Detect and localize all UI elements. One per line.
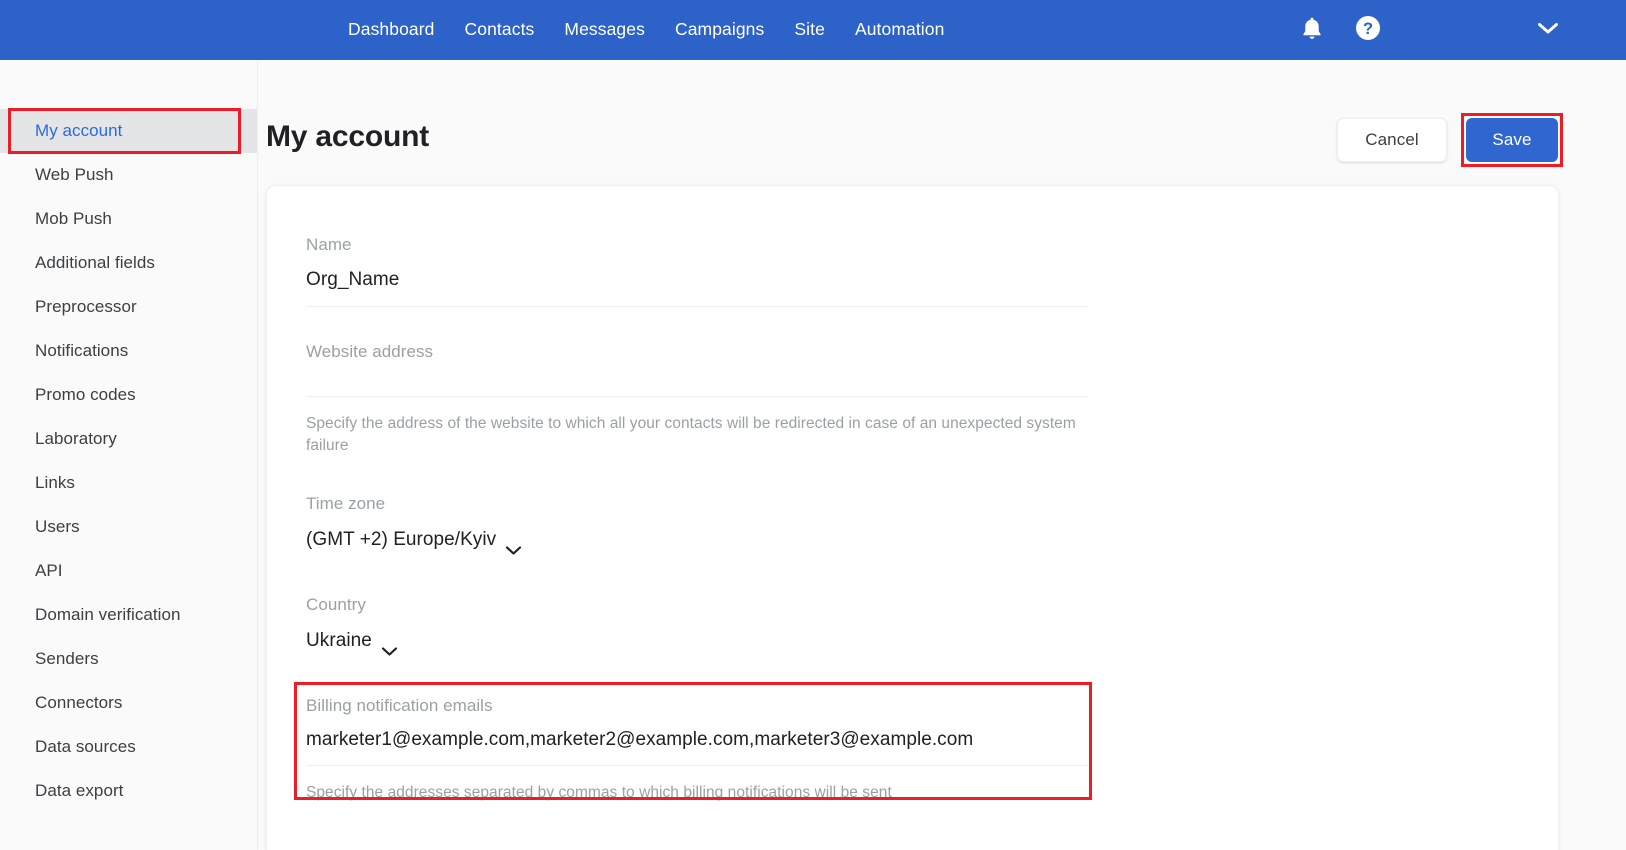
sidebar-item-label: Domain verification: [35, 605, 181, 624]
billing-emails-field-group: Billing notification emails marketer1@ex…: [294, 682, 1092, 804]
country-select[interactable]: Ukraine: [306, 630, 1088, 656]
billing-emails-underline: [306, 765, 1088, 766]
sidebar-item-mob-push[interactable]: Mob Push: [0, 197, 257, 241]
timezone-select[interactable]: (GMT +2) Europe/Kyiv: [306, 529, 1088, 555]
cancel-button[interactable]: Cancel: [1337, 118, 1447, 162]
sidebar-item-label: Preprocessor: [35, 297, 137, 316]
sidebar-item-label: Senders: [35, 649, 99, 668]
timezone-field-group: Time zone (GMT +2) Europe/Kyiv: [306, 494, 1088, 555]
svg-text:?: ?: [1363, 20, 1373, 38]
sidebar-item-domain-verification[interactable]: Domain verification: [0, 593, 257, 637]
sidebar-item-label: Promo codes: [35, 385, 136, 404]
nav-contacts[interactable]: Contacts: [465, 21, 535, 39]
sidebar-item-additional-fields[interactable]: Additional fields: [0, 241, 257, 285]
sidebar-item-laboratory[interactable]: Laboratory: [0, 417, 257, 461]
timezone-label: Time zone: [306, 494, 386, 513]
sidebar-item-label: Links: [35, 473, 75, 492]
country-value: Ukraine: [306, 630, 372, 651]
country-label: Country: [306, 595, 366, 614]
nav-site[interactable]: Site: [794, 21, 825, 39]
account-settings-card: Name Org_Name Website address Specify th…: [266, 185, 1559, 850]
top-navigation-bar: Dashboard Contacts Messages Campaigns Si…: [0, 0, 1626, 60]
nav-automation[interactable]: Automation: [855, 21, 945, 39]
website-field-group: Website address Specify the address of t…: [306, 343, 1088, 457]
top-nav-right-actions: ?: [1292, 0, 1626, 60]
chevron-down-icon: [1537, 21, 1559, 40]
main-content: My account Cancel Save Name Org_Name Web…: [258, 60, 1626, 850]
sidebar-item-senders[interactable]: Senders: [0, 637, 257, 681]
notifications-button[interactable]: [1292, 10, 1332, 50]
name-underline: [306, 306, 1088, 307]
header-actions: Cancel Save: [1337, 113, 1563, 167]
account-settings-form: Name Org_Name Website address Specify th…: [267, 186, 1558, 804]
website-input[interactable]: [306, 377, 1088, 396]
sidebar-item-my-account[interactable]: My account: [0, 109, 257, 153]
nav-dashboard[interactable]: Dashboard: [348, 21, 435, 39]
sidebar-item-data-sources[interactable]: Data sources: [0, 725, 257, 769]
brand-logo-slot: [0, 0, 250, 60]
sidebar-item-api[interactable]: API: [0, 549, 257, 593]
sidebar-item-label: Connectors: [35, 693, 123, 712]
save-button[interactable]: Save: [1466, 118, 1558, 162]
website-underline: [306, 396, 1088, 397]
sidebar-item-label: Web Push: [35, 165, 114, 184]
sidebar-item-label: Users: [35, 517, 80, 536]
sidebar-item-label: Notifications: [35, 341, 129, 360]
nav-messages[interactable]: Messages: [564, 21, 645, 39]
sidebar-item-links[interactable]: Links: [0, 461, 257, 505]
sidebar-item-label: Additional fields: [35, 253, 155, 272]
billing-emails-input[interactable]: marketer1@example.com,marketer2@example.…: [306, 730, 1088, 765]
top-nav-links: Dashboard Contacts Messages Campaigns Si…: [348, 0, 944, 60]
sidebar-item-label: Laboratory: [35, 429, 117, 448]
billing-emails-hint: Specify the addresses separated by comma…: [306, 784, 892, 801]
sidebar-item-connectors[interactable]: Connectors: [0, 681, 257, 725]
help-circle-icon: ?: [1355, 15, 1381, 46]
page-body: My account Web Push Mob Push Additional …: [0, 60, 1626, 850]
name-field-group: Name Org_Name: [306, 236, 1088, 307]
name-label: Name: [306, 235, 352, 254]
sidebar-item-web-push[interactable]: Web Push: [0, 153, 257, 197]
country-field-group: Country Ukraine: [306, 595, 1088, 656]
sidebar-item-label: Mob Push: [35, 209, 112, 228]
sidebar-item-users[interactable]: Users: [0, 505, 257, 549]
sidebar-item-label: My account: [35, 121, 123, 140]
page-title: My account: [266, 120, 430, 153]
page-header: My account Cancel Save: [258, 60, 1626, 185]
settings-sidebar: My account Web Push Mob Push Additional …: [0, 60, 258, 850]
sidebar-item-promo-codes[interactable]: Promo codes: [0, 373, 257, 417]
bell-icon: [1301, 16, 1323, 45]
sidebar-item-label: Data sources: [35, 737, 136, 756]
timezone-value: (GMT +2) Europe/Kyiv: [306, 529, 497, 550]
nav-campaigns[interactable]: Campaigns: [675, 21, 764, 39]
sidebar-item-preprocessor[interactable]: Preprocessor: [0, 285, 257, 329]
save-button-wrapper: Save: [1461, 113, 1563, 167]
sidebar-item-notifications[interactable]: Notifications: [0, 329, 257, 373]
account-menu-button[interactable]: [1528, 10, 1568, 50]
help-button[interactable]: ?: [1348, 10, 1388, 50]
website-hint: Specify the address of the website to wh…: [306, 415, 1076, 454]
app-root: Dashboard Contacts Messages Campaigns Si…: [0, 0, 1626, 850]
billing-emails-label: Billing notification emails: [306, 696, 493, 715]
website-label: Website address: [306, 342, 434, 361]
sidebar-item-label: Data export: [35, 781, 124, 800]
sidebar-item-data-export[interactable]: Data export: [0, 769, 257, 813]
name-input[interactable]: Org_Name: [306, 270, 1088, 306]
sidebar-item-label: API: [35, 561, 63, 580]
